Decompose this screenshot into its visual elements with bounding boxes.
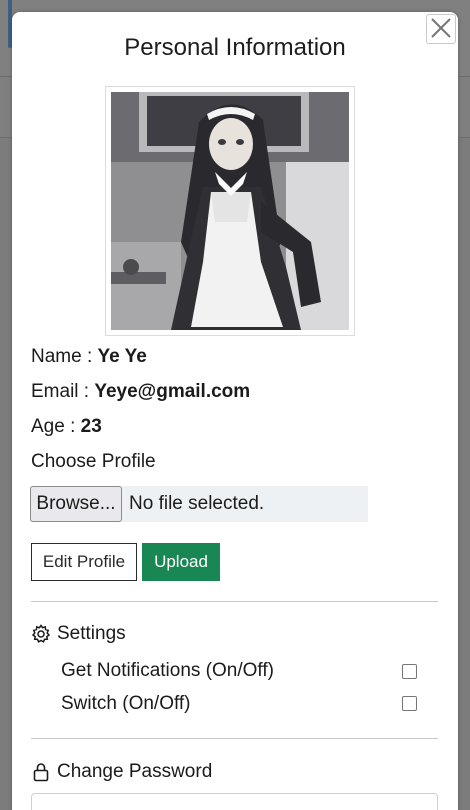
choose-profile-label: Choose Profile: [31, 451, 156, 472]
change-password-heading: Change Password: [31, 761, 212, 783]
browse-button[interactable]: Browse...: [30, 486, 122, 522]
upload-button[interactable]: Upload: [142, 543, 220, 581]
profile-photo: [105, 86, 355, 336]
edit-profile-button[interactable]: Edit Profile: [31, 543, 137, 581]
name-label: Name :: [31, 346, 98, 367]
divider: [31, 738, 438, 739]
lock-icon: [31, 762, 51, 782]
email-line: Email : Yeye@gmail.com: [31, 381, 250, 403]
switch-label: Switch (On/Off): [61, 693, 191, 714]
change-password-title: Change Password: [57, 761, 213, 782]
profile-photo-image: [111, 92, 349, 330]
settings-heading: Settings: [31, 623, 126, 645]
divider: [31, 601, 438, 602]
age-line: Age : 23: [31, 416, 102, 438]
profile-file-input[interactable]: Browse... No file selected.: [30, 486, 368, 522]
personal-info-modal: Personal Information Name: Ye Ye Email …: [12, 12, 458, 810]
file-status-text: No file selected.: [129, 493, 265, 514]
switch-checkbox[interactable]: [402, 696, 417, 711]
password-input[interactable]: [31, 793, 438, 810]
name-line: Name : Ye Ye: [31, 346, 147, 368]
notifications-checkbox[interactable]: [402, 664, 417, 679]
age-label: Age :: [31, 416, 81, 437]
settings-title: Settings: [57, 623, 126, 644]
email-label: Email :: [31, 381, 95, 402]
gear-icon: [31, 624, 51, 644]
age-value: 23: [80, 416, 102, 437]
email-value: Yeye@gmail.com: [94, 381, 251, 402]
name-value: Ye Ye: [97, 346, 147, 367]
notifications-label: Get Notifications (On/Off): [61, 660, 274, 681]
modal-title: Personal Information: [124, 34, 346, 61]
